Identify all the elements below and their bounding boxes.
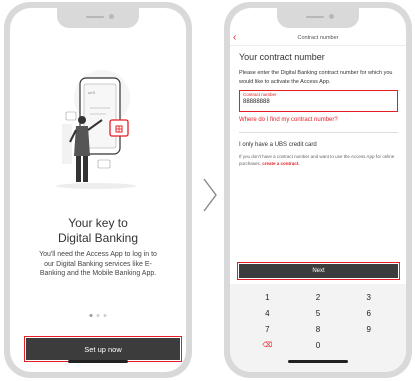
- pagination-dot[interactable]: [96, 314, 100, 317]
- description-line-2: our Digital Banking services like E-: [44, 260, 152, 268]
- credit-card-section-title: I only have a UBS credit card: [239, 142, 317, 148]
- set-up-now-button[interactable]: Set up now: [24, 336, 182, 362]
- key-0[interactable]: 0: [293, 338, 344, 354]
- nav-title: Contract number: [297, 35, 339, 41]
- find-contract-number-link[interactable]: Where do I find my contract number?: [239, 117, 338, 123]
- pagination-dot[interactable]: [103, 314, 107, 317]
- contract-number-input[interactable]: 88888888: [243, 98, 394, 107]
- divider: [239, 132, 398, 133]
- chevron-right-icon: [203, 178, 217, 212]
- next-button[interactable]: Next: [236, 261, 401, 281]
- page-title: Your contract number: [239, 52, 325, 62]
- key-7[interactable]: 7: [242, 322, 293, 338]
- right-phone-frame: ‹ Contract number Your contract number P…: [224, 2, 412, 378]
- key-4[interactable]: 4: [242, 306, 293, 322]
- home-indicator: [288, 360, 348, 363]
- onboarding-description: You'll need the Access App to log in to …: [18, 250, 178, 279]
- phone-notch: [57, 8, 139, 28]
- headline-line-1: Your key to: [68, 216, 128, 230]
- svg-text:ueS: ueS: [88, 90, 95, 95]
- navigation-bar: ‹ Contract number: [230, 30, 406, 46]
- headline-line-2: Digital Banking: [57, 231, 139, 245]
- description-line-3: Banking and the Mobile Banking App.: [39, 270, 157, 277]
- credit-card-section-description: If you don't have a contract number and …: [239, 153, 398, 167]
- key-8[interactable]: 8: [293, 322, 344, 338]
- onboarding-screen: ueS Your key to Digital Banking You'll n…: [10, 8, 186, 372]
- onboarding-illustration: ueS: [56, 70, 136, 189]
- left-phone-frame: ueS Your key to Digital Banking You'll n…: [4, 2, 192, 378]
- create-contract-link[interactable]: create a contract.: [262, 161, 299, 166]
- key-1[interactable]: 1: [242, 290, 293, 306]
- phone-notch: [277, 8, 359, 28]
- page-description: Please enter the Digital Banking contrac…: [239, 70, 393, 85]
- contract-number-screen: ‹ Contract number Your contract number P…: [230, 8, 406, 372]
- key-5[interactable]: 5: [293, 306, 344, 322]
- keypad-grid: 1 2 3 4 5 6 7 8 9 ⌫ 0: [242, 290, 394, 354]
- numeric-keypad: 1 2 3 4 5 6 7 8 9 ⌫ 0: [230, 284, 406, 372]
- key-3[interactable]: 3: [343, 290, 394, 306]
- key-2[interactable]: 2: [293, 290, 344, 306]
- backspace-icon[interactable]: ⌫: [242, 338, 293, 354]
- key-9[interactable]: 9: [343, 322, 394, 338]
- pagination-dots: [89, 314, 107, 317]
- description-line-1: You'll need the Access App to log in to: [39, 251, 157, 258]
- pagination-dot-active[interactable]: [89, 314, 93, 317]
- key-6[interactable]: 6: [343, 306, 394, 322]
- onboarding-headline: Your key to Digital Banking: [10, 216, 186, 246]
- contract-number-field[interactable]: Contract number 88888888: [239, 90, 398, 112]
- home-indicator: [68, 360, 128, 363]
